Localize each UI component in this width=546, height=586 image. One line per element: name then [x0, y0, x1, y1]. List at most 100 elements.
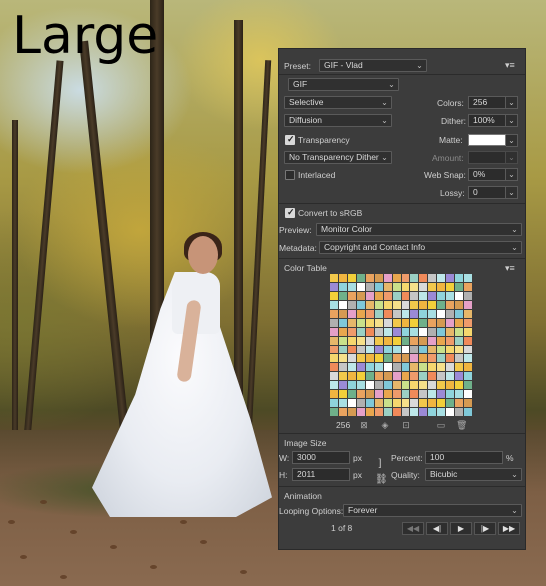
color-swatch[interactable] — [356, 274, 365, 282]
color-swatch[interactable] — [446, 291, 455, 300]
color-swatch[interactable] — [410, 336, 419, 345]
color-swatch[interactable] — [356, 408, 365, 416]
color-swatch[interactable] — [356, 318, 365, 327]
color-swatch[interactable] — [401, 354, 410, 363]
color-swatch[interactable] — [428, 309, 437, 318]
color-swatch[interactable] — [410, 399, 419, 408]
color-swatch[interactable] — [356, 345, 365, 354]
color-swatch[interactable] — [365, 282, 374, 291]
color-swatch[interactable] — [401, 372, 410, 381]
color-swatch[interactable] — [455, 291, 464, 300]
lossy-stepper[interactable]: ⌄ — [506, 186, 518, 199]
color-swatch[interactable] — [347, 399, 356, 408]
color-swatch[interactable] — [437, 372, 446, 381]
color-swatch[interactable] — [464, 336, 472, 345]
color-swatch[interactable] — [419, 363, 428, 372]
color-swatch[interactable] — [401, 345, 410, 354]
color-swatch[interactable] — [330, 336, 338, 345]
color-swatch[interactable] — [365, 408, 374, 416]
interlaced-checkbox[interactable] — [285, 170, 295, 180]
preview-dropdown[interactable]: Monitor Color ⌄ — [316, 223, 522, 236]
color-swatch[interactable] — [437, 336, 446, 345]
color-swatch[interactable] — [374, 309, 383, 318]
color-swatch[interactable] — [464, 381, 472, 390]
color-swatch[interactable] — [392, 274, 401, 282]
color-swatch[interactable] — [419, 291, 428, 300]
color-swatch[interactable] — [338, 300, 347, 309]
color-swatch[interactable] — [383, 309, 392, 318]
color-swatch[interactable] — [356, 381, 365, 390]
map-transparency-icon[interactable]: ⊠ — [359, 421, 369, 430]
color-swatch[interactable] — [374, 345, 383, 354]
color-swatch[interactable] — [401, 399, 410, 408]
color-swatch[interactable] — [330, 408, 338, 416]
color-swatch[interactable] — [356, 354, 365, 363]
color-swatch[interactable] — [464, 372, 472, 381]
color-swatch[interactable] — [446, 336, 455, 345]
color-swatch[interactable] — [428, 363, 437, 372]
color-swatch[interactable] — [446, 390, 455, 399]
new-color-icon[interactable]: ▭ — [436, 421, 446, 430]
color-swatch[interactable] — [330, 363, 338, 372]
color-swatch[interactable] — [401, 282, 410, 291]
color-swatch[interactable] — [330, 291, 338, 300]
color-table-menu-icon[interactable]: ▾≡ — [505, 264, 515, 273]
color-swatch[interactable] — [410, 282, 419, 291]
color-swatch[interactable] — [446, 363, 455, 372]
color-swatch[interactable] — [410, 274, 419, 282]
color-swatch[interactable] — [374, 399, 383, 408]
color-swatch[interactable] — [392, 291, 401, 300]
color-swatch[interactable] — [455, 327, 464, 336]
color-swatch[interactable] — [374, 300, 383, 309]
color-swatch[interactable] — [365, 381, 374, 390]
convert-srgb-checkbox[interactable] — [285, 207, 295, 218]
color-swatch[interactable] — [446, 354, 455, 363]
color-swatch[interactable] — [347, 408, 356, 416]
color-swatch[interactable] — [330, 390, 338, 399]
color-swatch[interactable] — [446, 399, 455, 408]
color-swatch[interactable] — [446, 318, 455, 327]
color-swatch[interactable] — [455, 372, 464, 381]
transparency-dither-dropdown[interactable]: No Transparency Dither ⌄ — [284, 151, 392, 164]
color-swatch[interactable] — [392, 300, 401, 309]
color-swatch[interactable] — [356, 327, 365, 336]
color-swatch[interactable] — [464, 399, 472, 408]
color-swatch[interactable] — [338, 282, 347, 291]
color-swatch[interactable] — [383, 274, 392, 282]
color-swatch[interactable] — [437, 282, 446, 291]
color-swatch[interactable] — [437, 381, 446, 390]
color-swatch[interactable] — [374, 282, 383, 291]
color-swatch[interactable] — [410, 345, 419, 354]
color-swatch[interactable] — [428, 291, 437, 300]
color-swatch[interactable] — [347, 300, 356, 309]
looping-dropdown[interactable]: Forever ⌄ — [343, 504, 522, 517]
color-swatch[interactable] — [437, 363, 446, 372]
color-swatch[interactable] — [330, 345, 338, 354]
color-swatch[interactable] — [347, 291, 356, 300]
color-swatch[interactable] — [392, 309, 401, 318]
color-swatch[interactable] — [365, 309, 374, 318]
color-swatch[interactable] — [330, 381, 338, 390]
color-swatch[interactable] — [446, 381, 455, 390]
color-swatch[interactable] — [330, 300, 338, 309]
dither-input[interactable]: 100% — [468, 114, 506, 127]
color-swatch[interactable] — [428, 408, 437, 416]
color-swatch[interactable] — [338, 390, 347, 399]
color-swatch[interactable] — [419, 381, 428, 390]
color-swatch[interactable] — [455, 354, 464, 363]
color-swatch[interactable] — [356, 372, 365, 381]
color-swatch[interactable] — [437, 399, 446, 408]
color-swatch[interactable] — [455, 300, 464, 309]
color-swatch[interactable] — [437, 291, 446, 300]
preset-dropdown[interactable]: GIF - Vlad ⌄ — [319, 59, 427, 72]
color-swatch[interactable] — [455, 399, 464, 408]
color-swatch[interactable] — [347, 327, 356, 336]
color-swatch[interactable] — [419, 327, 428, 336]
preset-menu-icon[interactable]: ▾≡ — [505, 61, 515, 70]
color-swatch[interactable] — [455, 282, 464, 291]
color-swatch[interactable] — [383, 399, 392, 408]
color-swatch[interactable] — [338, 309, 347, 318]
color-swatch[interactable] — [401, 381, 410, 390]
color-swatch[interactable] — [392, 318, 401, 327]
color-swatch[interactable] — [356, 309, 365, 318]
